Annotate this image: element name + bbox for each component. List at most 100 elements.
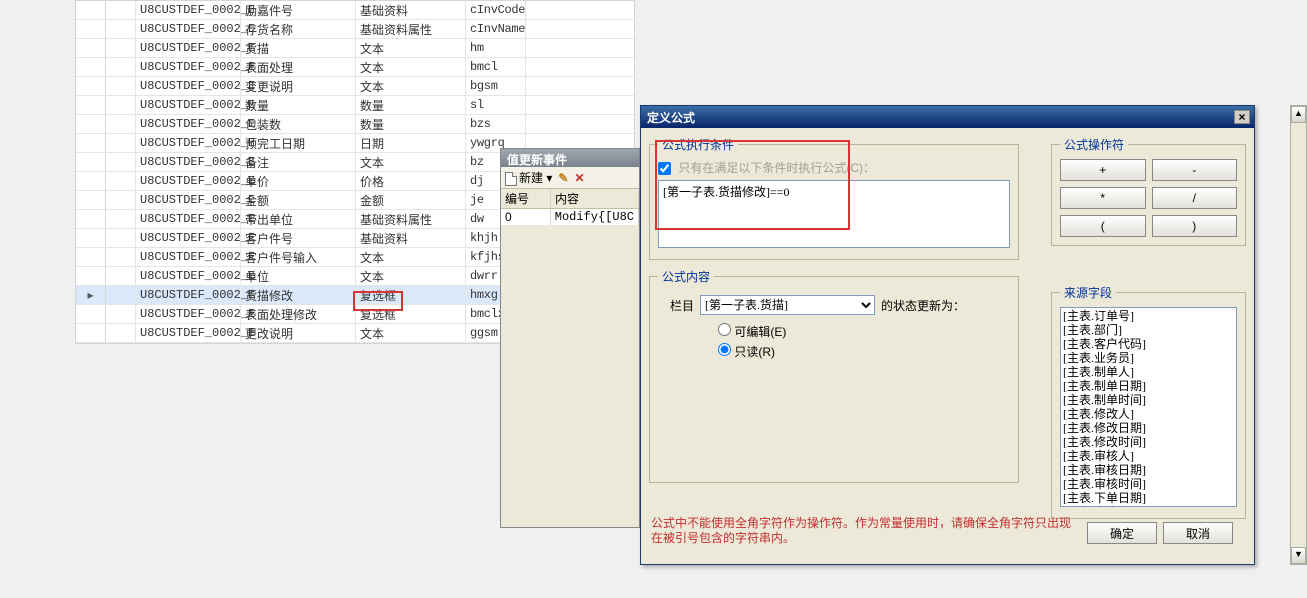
condition-legend: 公式执行条件	[658, 136, 738, 153]
cell-type: 基础资料	[356, 1, 466, 19]
row-selector[interactable]	[76, 229, 106, 247]
table-row[interactable]: U8CUSTDEF_0002_E货描文本hm	[76, 39, 634, 58]
table-row[interactable]: U8CUSTDEF_0002_E数量数量sl	[76, 96, 634, 115]
table-row[interactable]: U8CUSTDEF_0002_E励嘉件号基础资料cInvCode	[76, 1, 634, 20]
source-field-item[interactable]: [主表.交货条件]	[1063, 505, 1234, 507]
cell-blank	[106, 1, 136, 19]
source-legend: 来源字段	[1060, 284, 1116, 301]
row-selector[interactable]	[76, 267, 106, 285]
cell-blank	[106, 248, 136, 266]
cell-code: U8CUSTDEF_0002_E	[136, 20, 241, 38]
condition-checkbox-label[interactable]: 只有在满足以下条件时执行公式(C)：	[658, 161, 875, 175]
cancel-button[interactable]: 取消	[1163, 522, 1233, 544]
cell-name: 励嘉件号	[241, 1, 356, 19]
source-field-list[interactable]: [主表.订单号][主表.部门][主表.客户代码][主表.业务员][主表.制单人]…	[1060, 307, 1237, 507]
new-button[interactable]: 新建 ▾	[505, 169, 552, 186]
radio-editable[interactable]	[718, 323, 731, 336]
row-selector[interactable]: ▸	[76, 286, 106, 304]
cell-type: 金额	[356, 191, 466, 209]
cell-code: U8CUSTDEF_0002_E	[136, 96, 241, 114]
operator-button[interactable]: -	[1152, 159, 1238, 181]
source-field-item[interactable]: [主表.审核日期]	[1063, 463, 1234, 477]
row-selector[interactable]	[76, 1, 106, 19]
cell-code: U8CUSTDEF_0002_E	[136, 286, 241, 304]
table-row[interactable]: U8CUSTDEF_0002_E表面处理文本bmcl	[76, 58, 634, 77]
operator-button[interactable]: )	[1152, 215, 1238, 237]
table-row[interactable]: U8CUSTDEF_0002_E变更说明文本bgsm	[76, 77, 634, 96]
source-field-item[interactable]: [主表.修改人]	[1063, 407, 1234, 421]
cell-blank	[106, 305, 136, 323]
source-field-item[interactable]: [主表.修改时间]	[1063, 435, 1234, 449]
cell-name: 单价	[241, 172, 356, 190]
row-selector[interactable]	[76, 96, 106, 114]
source-field-item[interactable]: [主表.制单人]	[1063, 365, 1234, 379]
source-field-item[interactable]: [主表.制单日期]	[1063, 379, 1234, 393]
radio-readonly-label[interactable]: 只读(R)	[718, 343, 1010, 360]
condition-textarea[interactable]: [第一子表.货描修改]==0	[658, 180, 1010, 248]
cell-field: cInvCode	[466, 1, 526, 19]
operator-button[interactable]: /	[1152, 187, 1238, 209]
source-field-item[interactable]: [主表.制单时间]	[1063, 393, 1234, 407]
cell-type: 文本	[356, 248, 466, 266]
ok-button[interactable]: 确定	[1087, 522, 1157, 544]
table-row[interactable]: U8CUSTDEF_0002_E存货名称基础资料属性cInvName	[76, 20, 634, 39]
outer-scrollbar[interactable]: ▲ ▼	[1290, 105, 1307, 565]
scroll-down-icon[interactable]: ▼	[1291, 547, 1306, 564]
source-field-item[interactable]: [主表.下单日期]	[1063, 491, 1234, 505]
row-selector[interactable]	[76, 58, 106, 76]
operator-button[interactable]: *	[1060, 187, 1146, 209]
cell-code: U8CUSTDEF_0002_E	[136, 305, 241, 323]
row-selector[interactable]	[76, 305, 106, 323]
cell-blank	[106, 210, 136, 228]
event-row-no: 0	[501, 209, 551, 225]
row-selector[interactable]	[76, 115, 106, 133]
event-grid-row[interactable]: 0 Modify{[U8C	[501, 209, 639, 225]
row-selector[interactable]	[76, 77, 106, 95]
cell-name: 备注	[241, 153, 356, 171]
source-field-item[interactable]: [主表.审核时间]	[1063, 477, 1234, 491]
row-selector[interactable]	[76, 191, 106, 209]
radio-readonly[interactable]	[718, 343, 731, 356]
condition-checkbox[interactable]	[658, 162, 671, 175]
field-select[interactable]: [第一子表.货描]	[700, 295, 875, 315]
source-field-item[interactable]: [主表.客户代码]	[1063, 337, 1234, 351]
row-selector[interactable]	[76, 20, 106, 38]
cell-type: 文本	[356, 324, 466, 342]
cell-type: 文本	[356, 39, 466, 57]
cell-code: U8CUSTDEF_0002_E	[136, 58, 241, 76]
cell-field: hm	[466, 39, 526, 57]
cell-code: U8CUSTDEF_0002_E	[136, 134, 241, 152]
operator-button[interactable]: (	[1060, 215, 1146, 237]
cell-code: U8CUSTDEF_0002_E	[136, 1, 241, 19]
row-selector[interactable]	[76, 324, 106, 342]
cell-code: U8CUSTDEF_0002_E	[136, 229, 241, 247]
edit-button[interactable]: ✎	[558, 171, 568, 185]
close-icon[interactable]: ×	[1234, 110, 1250, 124]
row-selector[interactable]	[76, 153, 106, 171]
cell-code: U8CUSTDEF_0002_E	[136, 267, 241, 285]
row-selector[interactable]	[76, 39, 106, 57]
row-selector[interactable]	[76, 248, 106, 266]
field-label: 栏目	[670, 297, 694, 314]
source-field-item[interactable]: [主表.业务员]	[1063, 351, 1234, 365]
row-selector[interactable]	[76, 134, 106, 152]
source-field-item[interactable]: [主表.修改日期]	[1063, 421, 1234, 435]
define-formula-dialog: 定义公式 × 公式执行条件 只有在满足以下条件时执行公式(C)： [第一子表.货…	[640, 105, 1255, 565]
cell-blank	[106, 191, 136, 209]
row-selector[interactable]	[76, 210, 106, 228]
cell-blank	[106, 115, 136, 133]
dialog-titlebar[interactable]: 定义公式 ×	[641, 106, 1254, 128]
cell-field: bmcl	[466, 58, 526, 76]
radio-editable-label[interactable]: 可编辑(E)	[718, 323, 1010, 340]
cell-name: 表面处理	[241, 58, 356, 76]
row-selector[interactable]	[76, 172, 106, 190]
source-field-item[interactable]: [主表.审核人]	[1063, 449, 1234, 463]
source-field-item[interactable]: [主表.部门]	[1063, 323, 1234, 337]
cell-name: 变更说明	[241, 77, 356, 95]
value-update-event-panel: 值更新事件 新建 ▾ ✎ ✕ 编号 内容 0 Modify{[U8C	[500, 148, 640, 528]
scroll-up-icon[interactable]: ▲	[1291, 106, 1306, 123]
table-row[interactable]: U8CUSTDEF_0002_E包装数数量bzs	[76, 115, 634, 134]
delete-button[interactable]: ✕	[574, 171, 584, 185]
source-field-item[interactable]: [主表.订单号]	[1063, 309, 1234, 323]
operator-button[interactable]: +	[1060, 159, 1146, 181]
